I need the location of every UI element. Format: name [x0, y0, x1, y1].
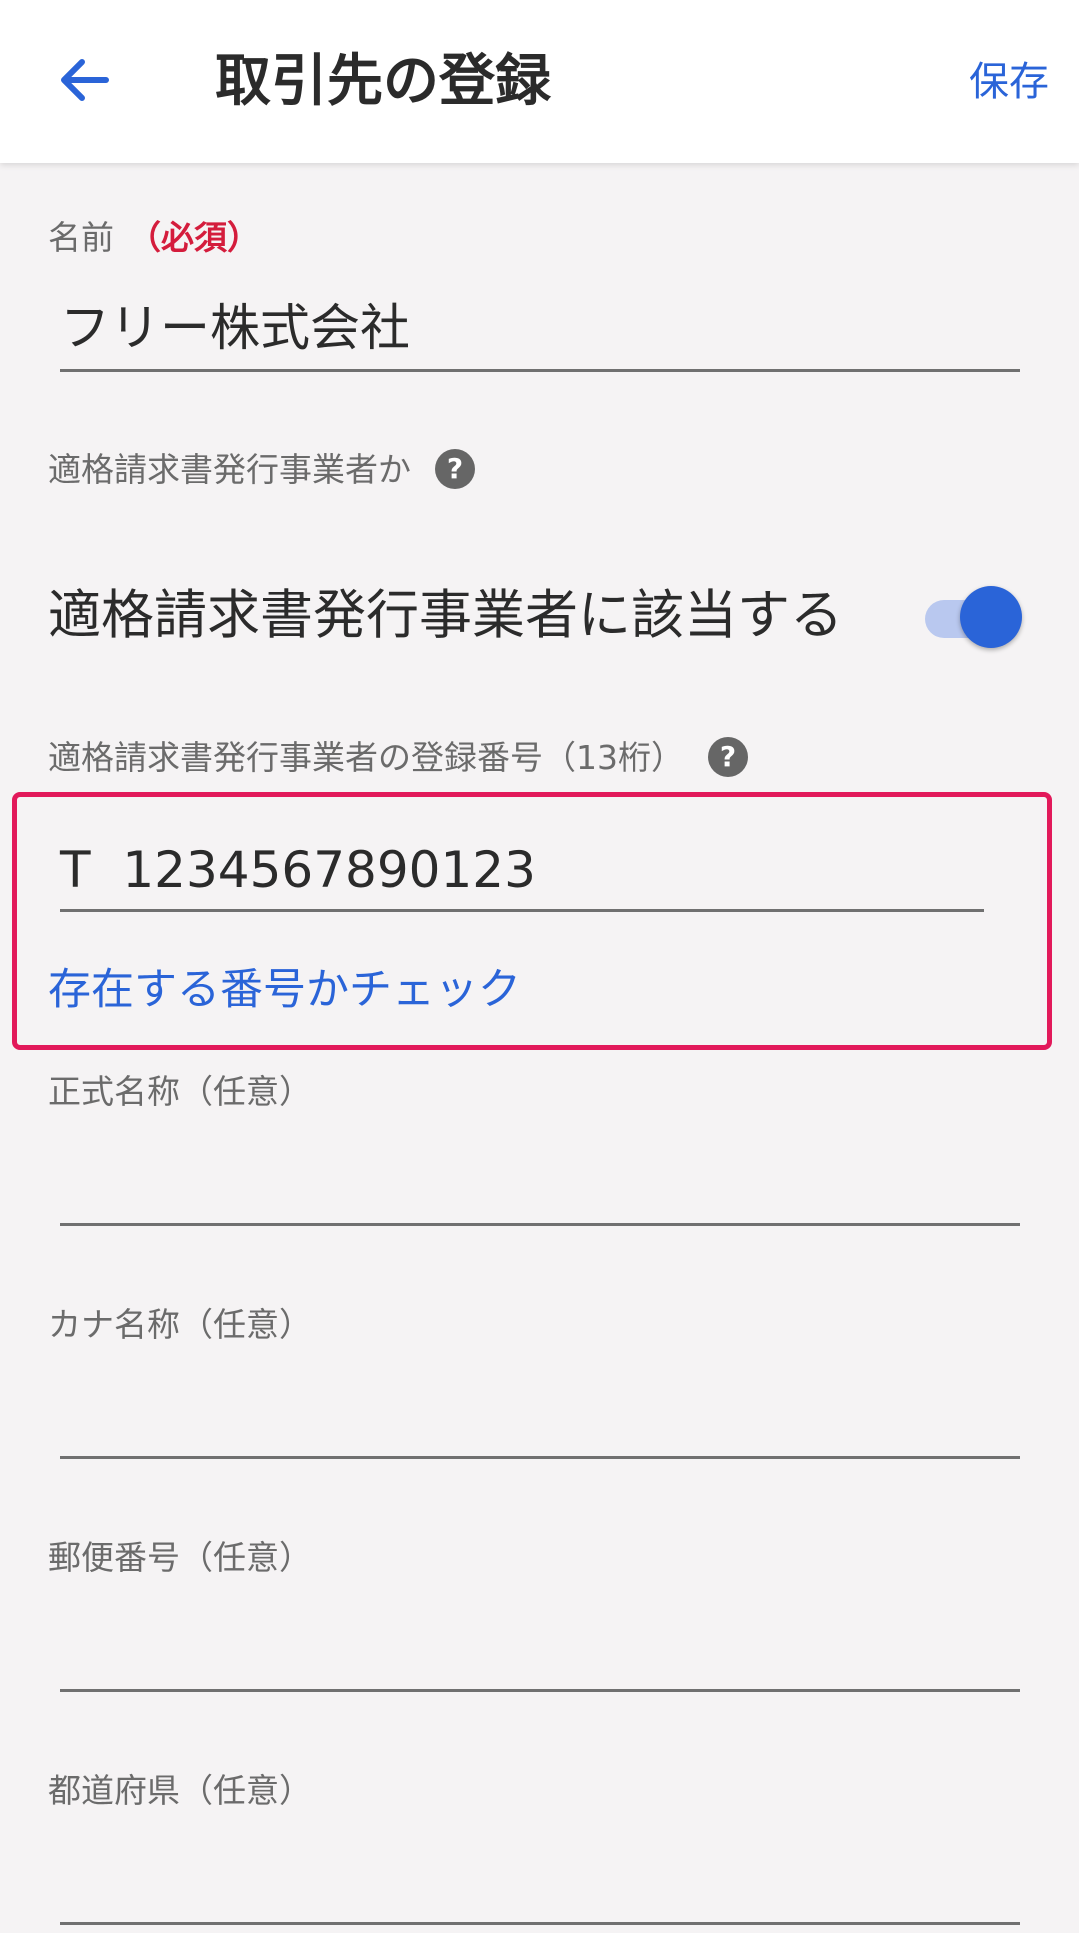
kana-name-underline	[60, 1456, 1020, 1459]
registration-number-input[interactable]: T 1234567890123	[60, 838, 536, 902]
name-input-underline	[60, 369, 1020, 372]
toggle-thumb	[960, 586, 1022, 648]
name-label: 名前	[48, 218, 114, 257]
check-number-link[interactable]: 存在する番号かチェック	[48, 960, 521, 1020]
prefecture-underline	[60, 1922, 1020, 1925]
qualified-issuer-toggle-label: 適格請求書発行事業者に該当する	[48, 585, 843, 646]
help-icon[interactable]: ?	[708, 736, 748, 777]
qualified-issuer-label: 適格請求書発行事業者か	[48, 450, 411, 489]
arrow-left-icon	[61, 59, 109, 101]
formal-name-label: 正式名称（任意）	[48, 1072, 312, 1111]
page-title: 取引先の登録	[215, 49, 551, 114]
name-label-row: 名前 （必須）	[48, 216, 260, 260]
formal-name-underline	[60, 1223, 1020, 1226]
postal-code-underline	[60, 1689, 1020, 1692]
registration-number-underline	[60, 909, 984, 912]
registration-number-label-row: 適格請求書発行事業者の登録番号（13桁）?	[48, 736, 748, 780]
postal-code-label: 郵便番号（任意）	[48, 1538, 312, 1577]
help-icon[interactable]: ?	[435, 448, 475, 489]
save-button[interactable]: 保存	[969, 52, 1049, 112]
kana-name-label: カナ名称（任意）	[48, 1305, 312, 1344]
back-button[interactable]	[44, 40, 124, 120]
app-bar: 取引先の登録 保存	[0, 0, 1079, 163]
prefecture-label: 都道府県（任意）	[48, 1771, 312, 1810]
qualified-issuer-label-row: 適格請求書発行事業者か?	[48, 448, 475, 492]
name-input[interactable]: フリー株式会社	[60, 296, 410, 360]
required-badge: （必須）	[128, 218, 260, 257]
qualified-issuer-toggle[interactable]	[925, 586, 1022, 648]
registration-number-label: 適格請求書発行事業者の登録番号（13桁）	[48, 738, 684, 777]
